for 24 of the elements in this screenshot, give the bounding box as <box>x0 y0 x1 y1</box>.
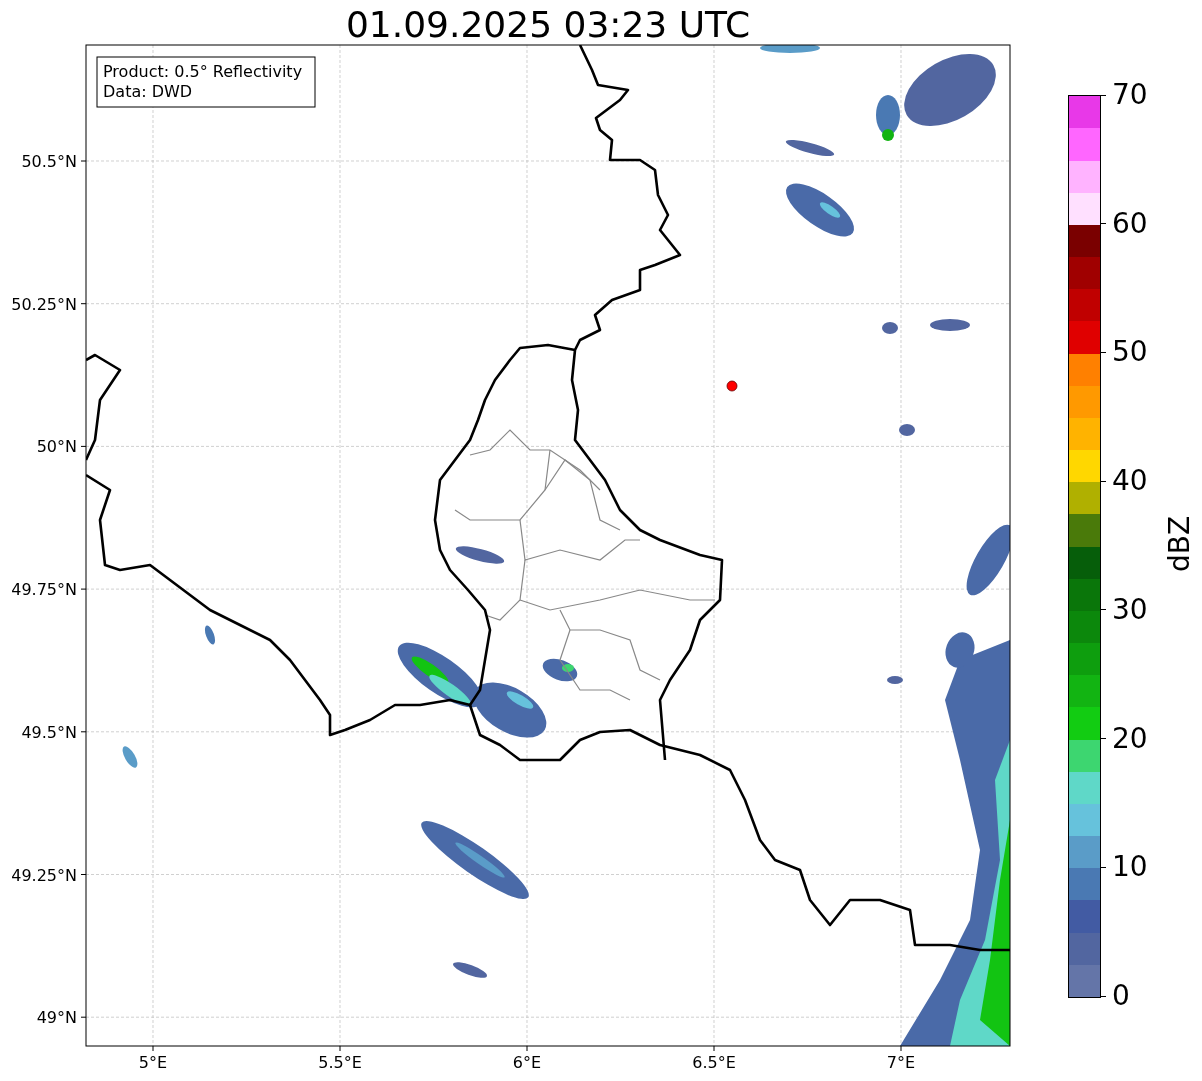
scale-value: 60 <box>1112 209 1148 238</box>
longitude-label: 5°E <box>138 1053 168 1072</box>
longitude-label: 7°E <box>886 1053 916 1072</box>
scale-value: 50 <box>1112 338 1148 367</box>
latitude-label: 50.25°N <box>11 294 77 314</box>
chart-title: 01.09.2025 03:23 UTC <box>345 4 751 45</box>
latitude-label: 50°N <box>36 437 77 457</box>
legend-text: Product: 0.5° Reflectivity <box>103 62 303 81</box>
scale-value: 20 <box>1112 724 1148 753</box>
latitude-label: 49.75°N <box>11 580 77 600</box>
scale-value: 30 <box>1112 595 1148 624</box>
longitude-label: 5.5°E <box>318 1053 362 1072</box>
scale-unit: dBZ <box>1166 515 1195 573</box>
scale-value: 40 <box>1112 467 1148 496</box>
latitude-label: 49°N <box>36 1008 77 1028</box>
longitude-label: 6.5°E <box>692 1053 736 1072</box>
scale-value: 0 <box>1112 982 1130 1010</box>
scale-value: 70 <box>1112 81 1148 109</box>
longitude-label: 6°E <box>512 1053 542 1072</box>
latitude-label: 50.5°N <box>21 152 77 171</box>
scale-value: 10 <box>1112 853 1148 882</box>
latitude-label: 49.25°N <box>11 865 77 885</box>
legend-text: Data: DWD <box>103 82 193 101</box>
latitude-label: 49.5°N <box>21 722 77 742</box>
